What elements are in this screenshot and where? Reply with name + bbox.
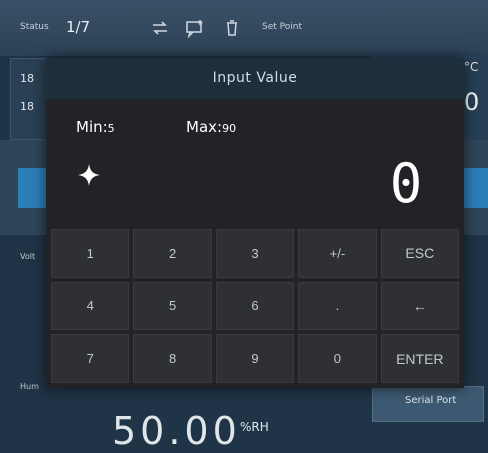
left-row-2: 18 — [20, 100, 34, 113]
key-0[interactable]: 0 — [298, 334, 377, 383]
max-value: 90 — [222, 122, 237, 135]
min-range: Min:5 — [76, 118, 115, 136]
serial-port-label: Serial Port — [405, 395, 457, 406]
key-esc[interactable]: ESC — [380, 229, 459, 278]
key-5[interactable]: 5 — [133, 281, 212, 331]
max-label: Max: — [186, 118, 223, 136]
sign-indicator-icon — [78, 164, 100, 186]
min-value: 5 — [107, 122, 115, 135]
add-message-icon[interactable] — [185, 18, 205, 38]
humidity-unit: %RH — [240, 420, 269, 434]
key-9[interactable]: 9 — [215, 334, 295, 383]
humidity-value: 50.00 — [112, 409, 241, 453]
left-row-1: 18 — [20, 72, 34, 85]
key-decimal-point[interactable]: . — [298, 281, 377, 331]
temperature-unit: °C — [464, 60, 479, 74]
max-range: Max:90 — [186, 118, 236, 136]
key-6[interactable]: 6 — [215, 281, 295, 331]
value-display: 0 — [389, 152, 423, 215]
key-plus-minus[interactable]: +/- — [298, 229, 377, 278]
status-value: 1/7 — [66, 18, 91, 36]
key-3[interactable]: 3 — [215, 229, 295, 278]
min-label: Min: — [76, 118, 108, 136]
voltage-label: Volt — [20, 252, 36, 261]
trash-icon[interactable] — [222, 18, 242, 38]
humidity-label: Hum — [20, 382, 39, 391]
key-7[interactable]: 7 — [51, 334, 130, 383]
swap-arrows-icon[interactable] — [150, 18, 170, 38]
setpoint-digit: 0 — [464, 88, 480, 116]
status-label: Status — [20, 22, 49, 32]
top-toolbar: Status 1/7 Set Point — [0, 0, 488, 56]
key-backspace[interactable]: ← — [380, 281, 459, 331]
setpoint-label: Set Point — [262, 22, 302, 32]
numeric-keypad: 1 2 3 +/- ESC 4 5 6 . ← 7 8 9 0 ENTER — [51, 229, 459, 383]
key-8[interactable]: 8 — [133, 334, 212, 383]
key-2[interactable]: 2 — [133, 229, 212, 278]
key-1[interactable]: 1 — [51, 229, 130, 278]
key-4[interactable]: 4 — [51, 281, 130, 331]
key-enter[interactable]: ENTER — [380, 334, 459, 383]
input-value-dialog: Input Value Min:5 Max:90 0 1 2 3 +/- ESC… — [46, 58, 464, 388]
dialog-title: Input Value — [46, 58, 464, 99]
